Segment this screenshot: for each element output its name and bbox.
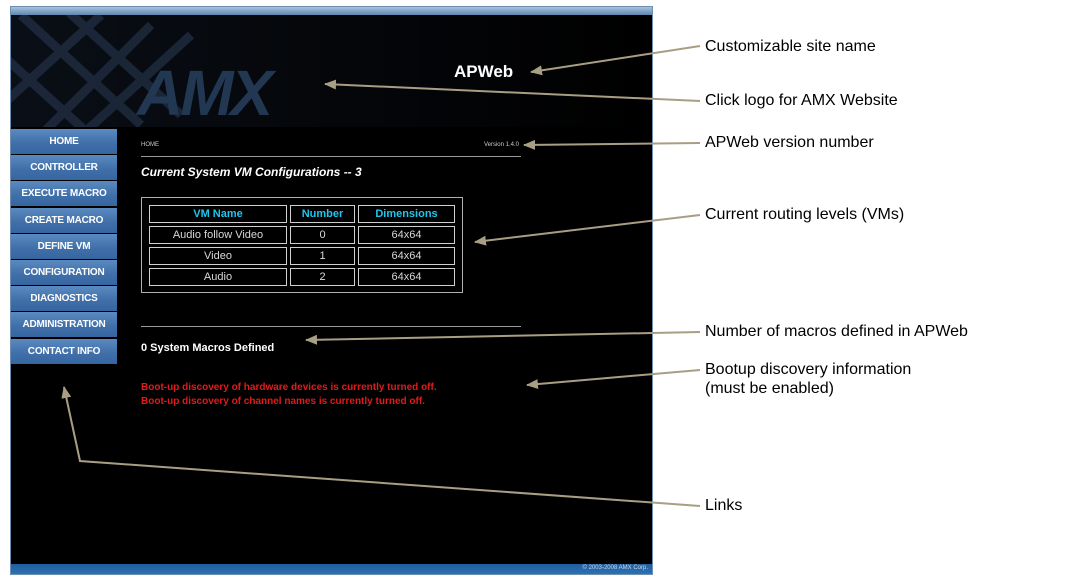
annotation-links: Links bbox=[705, 497, 743, 514]
callout-version-arrow bbox=[523, 139, 701, 150]
annotation-bootup-line1: Bootup discovery information bbox=[705, 361, 912, 378]
annotation-version: APWeb version number bbox=[705, 134, 874, 151]
annotation-logo: Click logo for AMX Website bbox=[705, 92, 898, 109]
callout-links-arrow bbox=[61, 386, 701, 507]
callout-arrows bbox=[61, 45, 701, 507]
annotation-macros: Number of macros defined in APWeb bbox=[705, 323, 968, 340]
annotation-routing: Current routing levels (VMs) bbox=[705, 206, 905, 223]
callout-routing-arrow bbox=[474, 214, 701, 246]
annotation-bootup-line2: (must be enabled) bbox=[705, 380, 834, 397]
callout-logo-arrow bbox=[324, 79, 701, 102]
callout-macros-arrow bbox=[305, 331, 701, 345]
callout-bootup-arrow bbox=[526, 369, 701, 390]
annotation-site-name: Customizable site name bbox=[705, 38, 876, 55]
callout-site-name-arrow bbox=[530, 45, 701, 76]
